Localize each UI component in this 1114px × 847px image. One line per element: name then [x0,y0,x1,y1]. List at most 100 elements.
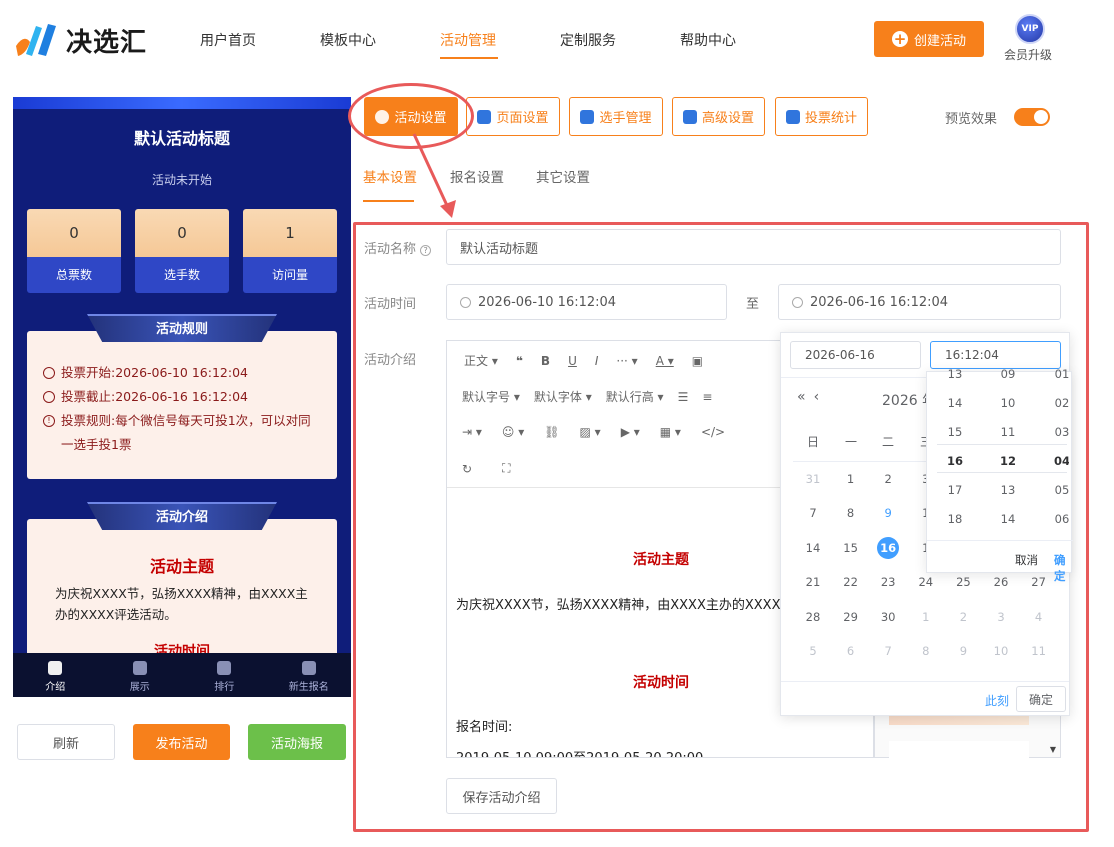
calendar-day[interactable]: 14 [795,533,831,563]
calendar-day[interactable]: 31 [795,464,831,494]
hour-column[interactable]: 13 14 15 16 17 18 [931,360,979,534]
underline-icon[interactable]: U [568,354,577,368]
time-option[interactable]: 13 [931,360,979,389]
scroll-down-icon[interactable]: ▼ [1050,745,1056,754]
preview-tab-rank[interactable]: 排行 [182,653,267,697]
calendar-day[interactable]: 28 [795,602,831,632]
time-option[interactable]: 11 [984,418,1032,447]
tab-player-management[interactable]: 选手管理 [569,97,663,136]
table-icon[interactable]: ▦ ▾ [660,425,681,439]
subtab-other[interactable]: 其它设置 [536,166,590,186]
calendar-day[interactable]: 1 [908,602,944,632]
link-icon[interactable]: ⛓ [544,425,559,439]
time-option[interactable]: 18 [931,505,979,534]
vip-upgrade-link[interactable]: 会员升级 [1004,46,1052,63]
calendar-day[interactable]: 3 [983,602,1019,632]
nav-item-custom[interactable]: 定制服务 [560,30,680,60]
calendar-day[interactable]: 11 [1021,636,1057,666]
bold-icon[interactable]: B [541,354,550,368]
redo-icon[interactable]: ↻ [462,462,472,476]
calendar-day[interactable]: 10 [983,636,1019,666]
nav-item-templates[interactable]: 模板中心 [320,30,440,60]
nav-item-activity[interactable]: 活动管理 [440,30,560,60]
save-intro-button[interactable]: 保存活动介绍 [446,778,557,814]
time-option[interactable]: 01 [1038,360,1069,389]
bullet-list-icon[interactable]: ☰ [678,390,689,404]
vip-icon[interactable]: VIP [1015,14,1045,44]
time-ok-button[interactable]: 确定 [1054,552,1071,584]
emoji-icon[interactable]: ☺ ▾ [502,425,524,439]
end-time-input[interactable]: 2026-06-16 16:12:04 [778,284,1061,320]
time-option[interactable]: 14 [984,505,1032,534]
line-height-select[interactable]: 默认行高 ▾ [606,388,664,405]
calendar-day[interactable]: 29 [833,602,869,632]
video-icon[interactable]: ▶ ▾ [621,425,640,439]
calendar-day[interactable]: 8 [908,636,944,666]
calendar-day[interactable]: 16 [870,533,906,563]
picker-date-input[interactable]: 2026-06-16 [790,341,921,369]
prev-month-icon[interactable]: ‹ [814,389,828,405]
time-option[interactable]: 10 [984,389,1032,418]
activity-name-input[interactable]: 默认活动标题 [446,229,1061,265]
refresh-button[interactable]: 刷新 [17,724,115,760]
calendar-day[interactable]: 6 [833,636,869,666]
time-option[interactable]: 17 [931,476,979,505]
time-option[interactable]: 15 [931,418,979,447]
calendar-day[interactable]: 23 [870,567,906,597]
calendar-day[interactable]: 5 [795,636,831,666]
preview-tab-show[interactable]: 展示 [98,653,183,697]
calendar-day[interactable]: 7 [870,636,906,666]
calendar-day[interactable]: 4 [1021,602,1057,632]
fullscreen-icon[interactable]: ⛶ [502,461,510,476]
time-cancel-button[interactable]: 取消 [1015,552,1038,568]
tab-advanced-settings[interactable]: 高级设置 [672,97,765,136]
time-option[interactable]: 05 [1038,476,1069,505]
now-button[interactable]: 此刻 [985,692,1009,709]
time-option[interactable]: 13 [984,476,1032,505]
preview-tab-signup[interactable]: 新生报名 [267,653,352,697]
calendar-day[interactable]: 7 [795,498,831,528]
minute-column[interactable]: 09 10 11 12 13 14 [984,360,1032,534]
time-option[interactable]: 02 [1038,389,1069,418]
tab-page-settings[interactable]: 页面设置 [466,97,560,136]
font-color-icon[interactable]: A ▾ [656,354,674,368]
code-icon[interactable]: </> [701,425,725,439]
subtab-signup[interactable]: 报名设置 [450,166,504,186]
nav-item-home[interactable]: 用户首页 [200,30,320,60]
paragraph-select[interactable]: 正文 ▾ [464,352,498,369]
calendar-day[interactable]: 9 [945,636,981,666]
time-option[interactable]: 03 [1038,418,1069,447]
time-option[interactable]: 09 [984,360,1032,389]
calendar-day[interactable]: 9 [870,498,906,528]
calendar-day[interactable]: 2 [870,464,906,494]
calendar-day[interactable]: 15 [833,533,869,563]
calendar-day[interactable]: 1 [833,464,869,494]
quote-icon[interactable]: ❝ [516,354,523,368]
time-option[interactable]: 14 [931,389,979,418]
help-icon[interactable]: ? [420,245,432,256]
italic-icon[interactable]: I [595,354,599,368]
image-icon[interactable]: ▨ ▾ [580,425,601,439]
preview-toggle[interactable] [1014,108,1050,126]
brand-logo[interactable]: 决选汇 [14,20,147,60]
numbered-list-icon[interactable]: ≡ [702,390,712,404]
time-option[interactable]: 06 [1038,505,1069,534]
picker-confirm-button[interactable]: 确定 [1016,686,1066,712]
indent-icon[interactable]: ⇥ ▾ [462,425,482,439]
subtab-basic[interactable]: 基本设置 [363,166,417,186]
calendar-day[interactable]: 30 [870,602,906,632]
side-thumbnail[interactable] [889,741,1029,761]
font-size-select[interactable]: 默认字号 ▾ [462,388,520,405]
calendar-day[interactable]: 2 [945,602,981,632]
more-icon[interactable]: ··· ▾ [616,354,637,368]
tab-vote-stats[interactable]: 投票统计 [775,97,868,136]
start-time-input[interactable]: 2026-06-10 16:12:04 [446,284,727,320]
poster-button[interactable]: 活动海报 [248,724,346,760]
calendar-day[interactable]: 8 [833,498,869,528]
bg-color-icon[interactable]: ▣ [692,354,703,368]
publish-button[interactable]: 发布活动 [133,724,230,760]
calendar-day[interactable]: 21 [795,567,831,597]
second-column[interactable]: 01 02 03 04 05 06 [1038,360,1069,534]
font-family-select[interactable]: 默认字体 ▾ [534,388,592,405]
preview-tab-intro[interactable]: 介绍 [13,653,98,697]
